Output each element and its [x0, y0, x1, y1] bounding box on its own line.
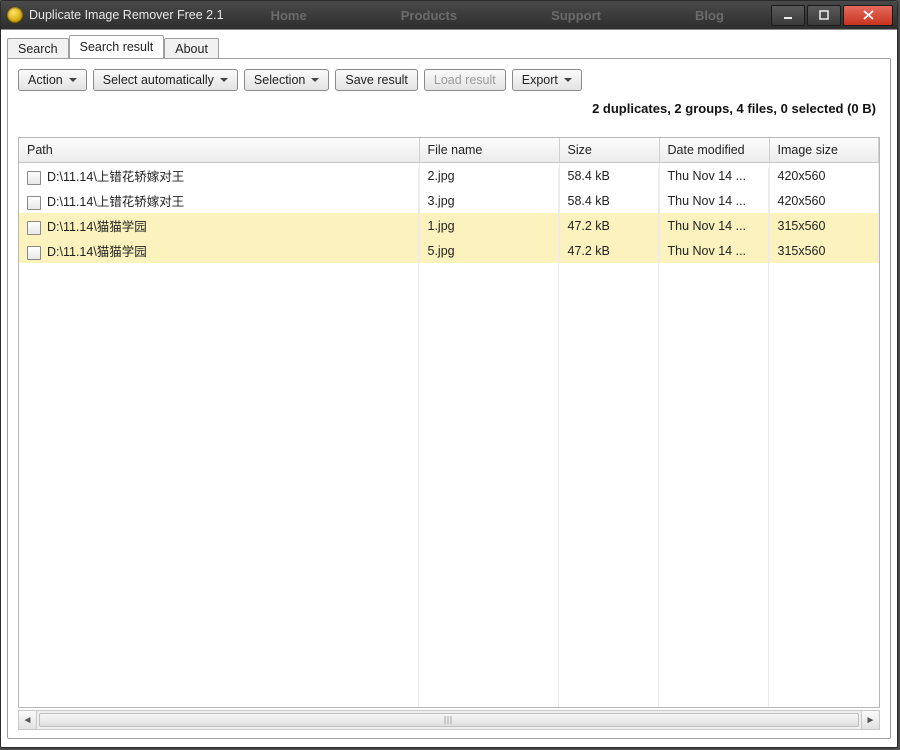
- minimize-icon: [783, 10, 793, 20]
- ghost-menu-item: Support: [551, 8, 601, 23]
- cell-filename: 1.jpg: [419, 213, 559, 238]
- save-result-label: Save result: [345, 73, 408, 87]
- cell-size: 47.2 kB: [559, 238, 659, 263]
- cell-date: Thu Nov 14 ...: [659, 163, 769, 189]
- window-title: Duplicate Image Remover Free 2.1: [29, 8, 224, 22]
- chevron-down-icon: [564, 78, 572, 82]
- background-menu: Home Products Support Blog: [224, 8, 771, 23]
- row-checkbox[interactable]: [27, 171, 41, 185]
- cell-filename: 3.jpg: [419, 188, 559, 213]
- col-header-date[interactable]: Date modified: [659, 138, 769, 163]
- cell-path-text: D:\11.14\上错花轿嫁对王: [47, 195, 184, 209]
- selection-button[interactable]: Selection: [244, 69, 329, 91]
- results-table: Path File name Size Date modified Image …: [18, 137, 880, 708]
- export-button[interactable]: Export: [512, 69, 582, 91]
- cell-size: 58.4 kB: [559, 163, 659, 189]
- cell-filename: 2.jpg: [419, 163, 559, 189]
- cell-filename: 5.jpg: [419, 238, 559, 263]
- scroll-left-button[interactable]: ◄: [19, 711, 37, 729]
- tab-panel-search-result: Action Select automatically Selection Sa…: [7, 58, 891, 739]
- chevron-down-icon: [220, 78, 228, 82]
- select-automatically-label: Select automatically: [103, 73, 214, 87]
- load-result-button[interactable]: Load result: [424, 69, 506, 91]
- col-header-path[interactable]: Path: [19, 138, 419, 163]
- selection-label: Selection: [254, 73, 305, 87]
- table-row[interactable]: D:\11.14\上错花轿嫁对王 2.jpg58.4 kBThu Nov 14 .…: [19, 163, 879, 189]
- col-header-size[interactable]: Size: [559, 138, 659, 163]
- scroll-right-button[interactable]: ►: [861, 711, 879, 729]
- select-automatically-button[interactable]: Select automatically: [93, 69, 238, 91]
- table-header-row: Path File name Size Date modified Image …: [19, 138, 879, 163]
- col-header-filename[interactable]: File name: [419, 138, 559, 163]
- tab-search[interactable]: Search: [7, 38, 69, 59]
- cell-date: Thu Nov 14 ...: [659, 213, 769, 238]
- row-checkbox[interactable]: [27, 196, 41, 210]
- scroll-thumb[interactable]: [39, 713, 859, 727]
- window-controls: [771, 1, 893, 29]
- row-checkbox[interactable]: [27, 221, 41, 235]
- ghost-menu-item: Blog: [695, 8, 724, 23]
- tab-about[interactable]: About: [164, 38, 219, 59]
- export-label: Export: [522, 73, 558, 87]
- app-icon: [7, 7, 23, 23]
- close-button[interactable]: [843, 5, 893, 26]
- col-header-imagesize[interactable]: Image size: [769, 138, 879, 163]
- minimize-button[interactable]: [771, 5, 805, 26]
- cell-path-text: D:\11.14\猫猫学园: [47, 245, 147, 259]
- maximize-button[interactable]: [807, 5, 841, 26]
- chevron-down-icon: [69, 78, 77, 82]
- cell-path: D:\11.14\上错花轿嫁对王: [19, 163, 419, 189]
- cell-imagesize: 420x560: [769, 163, 879, 189]
- action-button[interactable]: Action: [18, 69, 87, 91]
- close-icon: [863, 10, 874, 20]
- action-label: Action: [28, 73, 63, 87]
- scroll-track[interactable]: [37, 711, 861, 729]
- cell-path: D:\11.14\上错花轿嫁对王: [19, 188, 419, 213]
- table-row[interactable]: D:\11.14\猫猫学园 1.jpg47.2 kBThu Nov 14 ...3…: [19, 213, 879, 238]
- client-area: Search Search result About Action Select…: [1, 29, 897, 747]
- cell-date: Thu Nov 14 ...: [659, 188, 769, 213]
- save-result-button[interactable]: Save result: [335, 69, 418, 91]
- app-window: Duplicate Image Remover Free 2.1 Home Pr…: [0, 0, 898, 748]
- tab-search-result[interactable]: Search result: [69, 35, 165, 58]
- row-checkbox[interactable]: [27, 246, 41, 260]
- cell-path: D:\11.14\猫猫学园: [19, 238, 419, 263]
- cell-imagesize: 420x560: [769, 188, 879, 213]
- status-summary: 2 duplicates, 2 groups, 4 files, 0 selec…: [18, 95, 880, 122]
- titlebar[interactable]: Duplicate Image Remover Free 2.1 Home Pr…: [1, 1, 897, 29]
- cell-path-text: D:\11.14\上错花轿嫁对王: [47, 170, 184, 184]
- cell-path-text: D:\11.14\猫猫学园: [47, 220, 147, 234]
- cell-path: D:\11.14\猫猫学园: [19, 213, 419, 238]
- cell-date: Thu Nov 14 ...: [659, 238, 769, 263]
- table-row[interactable]: D:\11.14\上错花轿嫁对王 3.jpg58.4 kBThu Nov 14 .…: [19, 188, 879, 213]
- cell-size: 58.4 kB: [559, 188, 659, 213]
- ghost-menu-item: Products: [401, 8, 457, 23]
- cell-size: 47.2 kB: [559, 213, 659, 238]
- load-result-label: Load result: [434, 73, 496, 87]
- cell-imagesize: 315x560: [769, 238, 879, 263]
- table-row[interactable]: D:\11.14\猫猫学园 5.jpg47.2 kBThu Nov 14 ...3…: [19, 238, 879, 263]
- toolbar: Action Select automatically Selection Sa…: [18, 69, 880, 91]
- scroll-grip-icon: [445, 716, 454, 724]
- chevron-down-icon: [311, 78, 319, 82]
- ghost-menu-item: Home: [271, 8, 307, 23]
- horizontal-scrollbar[interactable]: ◄ ►: [18, 710, 880, 730]
- maximize-icon: [819, 10, 829, 20]
- cell-imagesize: 315x560: [769, 213, 879, 238]
- tabstrip: Search Search result About: [7, 34, 891, 58]
